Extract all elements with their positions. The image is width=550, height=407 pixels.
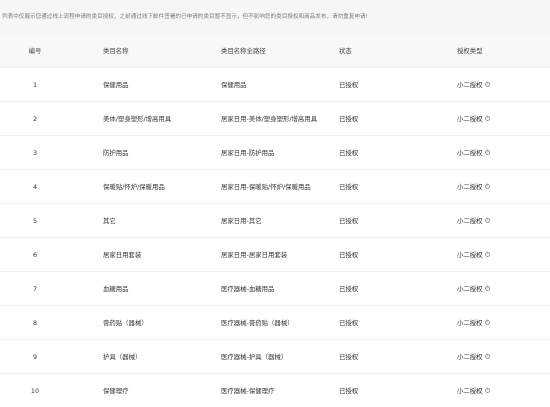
question-circle-icon[interactable]: ? <box>484 183 491 190</box>
row-category-path: 居家日用-美体/塑身塑形/增高用具 <box>221 114 318 123</box>
table-row: 4 保暖贴/怀炉/保暖用品 居家日用-保暖贴/怀炉/保暖用品 已授权 小二授权? <box>0 170 550 204</box>
question-circle-icon[interactable]: ? <box>484 217 491 224</box>
row-category-path: 保健用品 <box>221 80 247 89</box>
row-num: 6 <box>32 250 38 259</box>
row-category-name: 护具（器械） <box>103 352 142 361</box>
row-status: 已授权 <box>339 352 359 361</box>
row-auth-type: 小二授权? <box>457 136 537 169</box>
table-row: 10 保健理疗 医疗器械-保健理疗 已授权 小二授权? <box>0 374 550 407</box>
header-status: 状态 <box>339 46 352 55</box>
question-circle-icon[interactable]: ? <box>484 387 491 394</box>
question-circle-icon[interactable]: ? <box>484 149 491 156</box>
auth-type-label: 小二授权 <box>457 80 483 89</box>
row-auth-type: 小二授权? <box>457 170 537 203</box>
auth-type-label: 小二授权 <box>457 216 483 225</box>
header-type: 授权类型 <box>457 46 483 55</box>
question-circle-icon[interactable]: ? <box>484 251 491 258</box>
row-category-path: 居家日用-保暖贴/怀炉/保暖用品 <box>221 182 311 191</box>
row-category-name: 膏药贴（器械） <box>103 318 148 327</box>
row-num: 2 <box>32 114 38 123</box>
auth-type-label: 小二授权 <box>457 148 483 157</box>
row-auth-type: 小二授权? <box>457 374 537 407</box>
auth-type-label: 小二授权 <box>457 250 483 259</box>
row-status: 已授权 <box>339 318 359 327</box>
auth-type-label: 小二授权 <box>457 352 483 361</box>
table-body: 1 保健用品 保健用品 已授权 小二授权? 2 美体/塑身塑形/增高用具 居家日用-美体/塑身… <box>0 68 550 407</box>
question-circle-icon[interactable]: ? <box>484 81 491 88</box>
table-row: 2 美体/塑身塑形/增高用具 居家日用-美体/塑身塑形/增高用具 已授权 小二授权? <box>0 102 550 136</box>
table-row: 8 膏药贴（器械） 医疗器械-膏药贴（器械） 已授权 小二授权? <box>0 306 550 340</box>
row-category-path: 居家日用-居家日用套装 <box>221 250 288 259</box>
row-category-name: 防护用品 <box>103 148 129 157</box>
row-category-path: 医疗器械-保健理疗 <box>221 386 275 395</box>
row-auth-type: 小二授权? <box>457 238 537 271</box>
header-num: 编号 <box>28 46 42 55</box>
row-auth-type: 小二授权? <box>457 306 537 339</box>
question-circle-icon[interactable]: ? <box>484 115 491 122</box>
table-row: 3 防护用品 居家日用-防护用品 已授权 小二授权? <box>0 136 550 170</box>
row-category-name: 居家日用套装 <box>103 250 142 259</box>
row-auth-type: 小二授权? <box>457 272 537 305</box>
row-num: 8 <box>32 318 38 327</box>
row-num: 5 <box>32 216 38 225</box>
row-auth-type: 小二授权? <box>457 102 537 135</box>
row-num: 9 <box>32 352 38 361</box>
auth-type-label: 小二授权 <box>457 182 483 191</box>
notice-banner: 列表中仅展示您通过线上流程申请的类目授权，之前通过线下邮件签署的已申请的类目暂不… <box>0 0 550 34</box>
row-category-path: 居家日用-其它 <box>221 216 262 225</box>
table-row: 6 居家日用套装 居家日用-居家日用套装 已授权 小二授权? <box>0 238 550 272</box>
question-circle-icon[interactable]: ? <box>484 353 491 360</box>
row-status: 已授权 <box>339 182 359 191</box>
authorization-table: 编号 类目名称 类目名称全路径 状态 授权类型 1 保健用品 保健用品 已授权 小二授权… <box>0 34 550 407</box>
row-auth-type: 小二授权? <box>457 340 537 373</box>
auth-type-label: 小二授权 <box>457 114 483 123</box>
row-category-name: 血糖用品 <box>103 284 129 293</box>
row-num: 3 <box>32 148 38 157</box>
row-category-path: 居家日用-防护用品 <box>221 148 275 157</box>
row-status: 已授权 <box>339 148 359 157</box>
question-circle-icon[interactable]: ? <box>484 285 491 292</box>
row-category-name: 其它 <box>103 216 116 225</box>
row-status: 已授权 <box>339 114 359 123</box>
row-category-path: 医疗器械-血糖用品 <box>221 284 275 293</box>
auth-type-label: 小二授权 <box>457 386 483 395</box>
table-row: 7 血糖用品 医疗器械-血糖用品 已授权 小二授权? <box>0 272 550 306</box>
row-category-path: 医疗器械-膏药贴（器械） <box>221 318 294 327</box>
row-auth-type: 小二授权? <box>457 68 537 101</box>
row-category-name: 保暖贴/怀炉/保暖用品 <box>103 182 165 191</box>
row-category-name: 保健用品 <box>103 80 129 89</box>
row-status: 已授权 <box>339 284 359 293</box>
table-row: 1 保健用品 保健用品 已授权 小二授权? <box>0 68 550 102</box>
header-name: 类目名称 <box>103 46 129 55</box>
row-category-name: 保健理疗 <box>103 386 129 395</box>
table-header: 编号 类目名称 类目名称全路径 状态 授权类型 <box>0 34 550 68</box>
table-row: 9 护具（器械） 医疗器械-护具（器械） 已授权 小二授权? <box>0 340 550 374</box>
auth-type-label: 小二授权 <box>457 284 483 293</box>
row-num: 4 <box>32 182 38 191</box>
question-circle-icon[interactable]: ? <box>484 319 491 326</box>
table-row: 5 其它 居家日用-其它 已授权 小二授权? <box>0 204 550 238</box>
row-num: 7 <box>32 284 38 293</box>
row-category-path: 医疗器械-护具（器械） <box>221 352 288 361</box>
header-path: 类目名称全路径 <box>221 46 266 55</box>
row-status: 已授权 <box>339 250 359 259</box>
row-status: 已授权 <box>339 80 359 89</box>
row-category-name: 美体/塑身塑形/增高用具 <box>103 114 172 123</box>
row-status: 已授权 <box>339 386 359 395</box>
auth-type-label: 小二授权 <box>457 318 483 327</box>
row-num: 10 <box>30 386 40 395</box>
row-auth-type: 小二授权? <box>457 204 537 237</box>
row-status: 已授权 <box>339 216 359 225</box>
row-num: 1 <box>32 80 38 89</box>
